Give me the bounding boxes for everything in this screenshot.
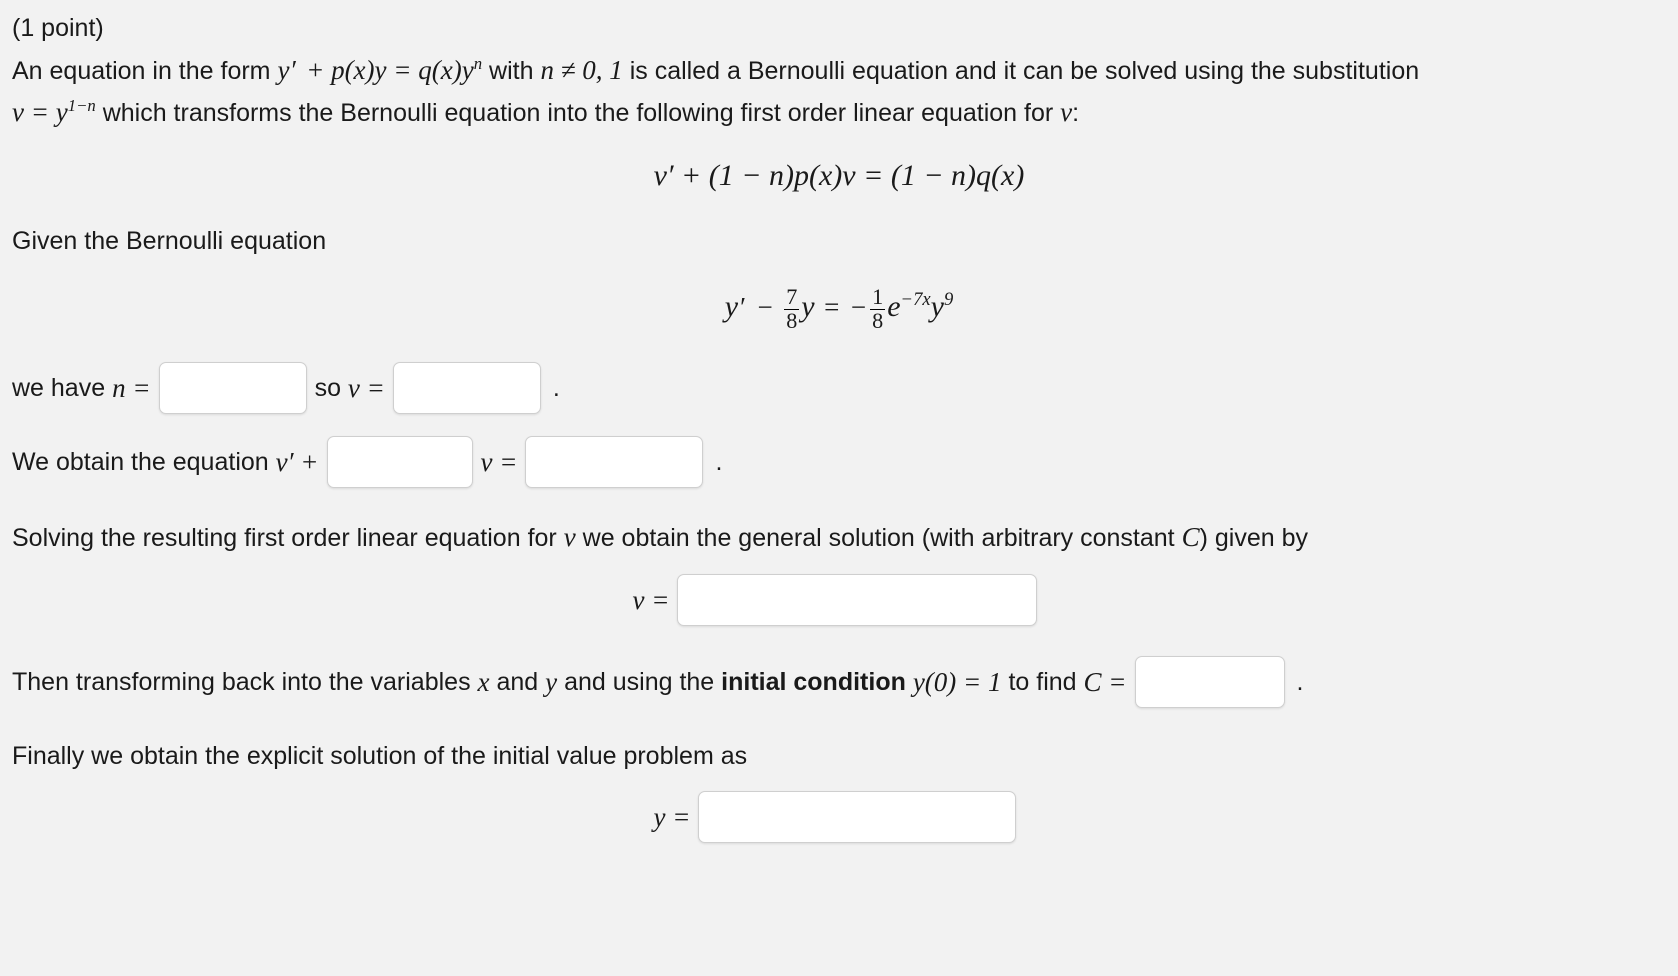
transform-var-y: y: [545, 666, 558, 697]
bernoulli-rhs-minus: −: [850, 292, 867, 323]
substitution-colon: :: [1072, 98, 1080, 127]
points-label: (1 point): [12, 14, 104, 42]
row-transform-back: Then transforming back into the variable…: [12, 656, 1666, 709]
intro-paragraph: An equation in the form y′ + p(x)y = q(x…: [12, 51, 1666, 91]
constant-C-input[interactable]: [1134, 656, 1285, 709]
explicit-solution-input[interactable]: [698, 791, 1017, 844]
bernoulli-rhs-y: y: [930, 290, 944, 324]
fraction-denominator: 8: [784, 307, 800, 333]
substitution-exponent: 1−n: [67, 95, 96, 115]
solving-text-a: Solving the resulting first order linear…: [12, 524, 557, 553]
finally-label: Finally we obtain the explicit solution …: [12, 742, 748, 771]
v-substitution-input[interactable]: [392, 362, 541, 415]
bernoulli-rhs-y-power: 9: [943, 289, 954, 311]
n-input[interactable]: [158, 362, 307, 415]
row-obtained-equation: We obtain the equation v′ + v = .: [12, 436, 1666, 489]
display-equation-bernoulli: y′ − 78y = −1 8 e−7xy9: [12, 283, 1666, 333]
bernoulli-equals: =: [824, 292, 840, 323]
rhs-fraction-numerator: 1: [872, 283, 884, 309]
intro-equation-1: y′ + p(x)y = q(x)yn: [277, 54, 483, 85]
rhs-input[interactable]: [525, 436, 704, 489]
substitution-text: which transforms the Bernoulli equation …: [102, 98, 1054, 127]
bernoulli-equation: y′ − 78y = −1 8 e−7xy9: [724, 283, 954, 333]
rhs-fraction-denominator: 8: [870, 307, 886, 333]
display-equation-linear-text: v′ + (1 − n)p(x)v = (1 − n)q(x): [653, 158, 1025, 192]
solving-paragraph: Solving the resulting first order linear…: [12, 518, 1666, 558]
we-have-n-label: n =: [112, 372, 151, 403]
so-v-label: v =: [347, 372, 385, 403]
solving-var-v: v: [563, 522, 576, 553]
obtain-label: We obtain the equation: [12, 447, 269, 476]
bernoulli-rhs-fraction: 18: [870, 283, 886, 333]
find-C-label: C =: [1083, 666, 1127, 697]
period-2: .: [715, 447, 723, 476]
transform-text-b: and using the: [564, 667, 715, 696]
bernoulli-exp-power: −7x: [900, 289, 931, 311]
so-label: so: [314, 373, 341, 402]
solving-text-b: we obtain the general solution (with arb…: [582, 524, 1175, 553]
substitution-var-v: v: [1060, 96, 1073, 127]
solving-constant-C: C: [1181, 522, 1200, 553]
obtain-vprime-label: v′ +: [275, 446, 319, 477]
row-explicit-solution: y =: [12, 791, 1666, 844]
period-1: .: [552, 373, 560, 402]
row-general-solution: v =: [12, 574, 1666, 627]
coefficient-input[interactable]: [326, 436, 473, 489]
bernoulli-minus: −: [757, 292, 773, 323]
initial-condition-equation: y(0) = 1: [912, 666, 1002, 697]
general-solution-input[interactable]: [677, 574, 1038, 627]
transform-and: and: [496, 667, 539, 696]
substitution-equation: v = y1−n: [12, 95, 96, 127]
problem-page: (1 point) An equation in the form y′ + p…: [0, 0, 1678, 844]
bernoulli-lhs-var: y: [801, 290, 815, 324]
explicit-y-equals-label: y =: [653, 801, 691, 832]
transform-text-c: to find: [1008, 667, 1077, 696]
given-label: Given the Bernoulli equation: [12, 226, 327, 255]
intro-condition-n: n ≠ 0, 1: [540, 55, 623, 85]
intro-text-1: An equation in the form: [12, 57, 271, 85]
solving-text-c: ) given by: [1199, 524, 1308, 553]
bernoulli-coefficient-fraction: 78: [784, 283, 800, 333]
bernoulli-prime: ′: [740, 292, 746, 323]
general-v-equals-label: v =: [632, 584, 670, 615]
substitution-paragraph: v = y1−n which transforms the Bernoulli …: [12, 93, 1666, 133]
fraction-numerator: 7: [786, 283, 798, 309]
transform-text-a: Then transforming back into the variable…: [12, 667, 471, 696]
period-3: .: [1296, 667, 1304, 696]
intro-exponent-n: n: [473, 54, 483, 73]
transform-var-x: x: [477, 666, 490, 697]
intro-text-3: is called a Bernoulli equation and it ca…: [629, 57, 1420, 85]
bernoulli-exp-base: e: [887, 290, 901, 324]
display-equation-linear: v′ + (1 − n)p(x)v = (1 − n)q(x): [12, 159, 1666, 193]
we-have-label: we have: [12, 373, 106, 402]
obtain-v-equals-label: v =: [480, 446, 518, 477]
row-n-and-v: we have n = so v = .: [12, 362, 1666, 415]
initial-condition-bold: initial condition: [721, 667, 906, 696]
intro-text-2: with: [489, 57, 534, 85]
